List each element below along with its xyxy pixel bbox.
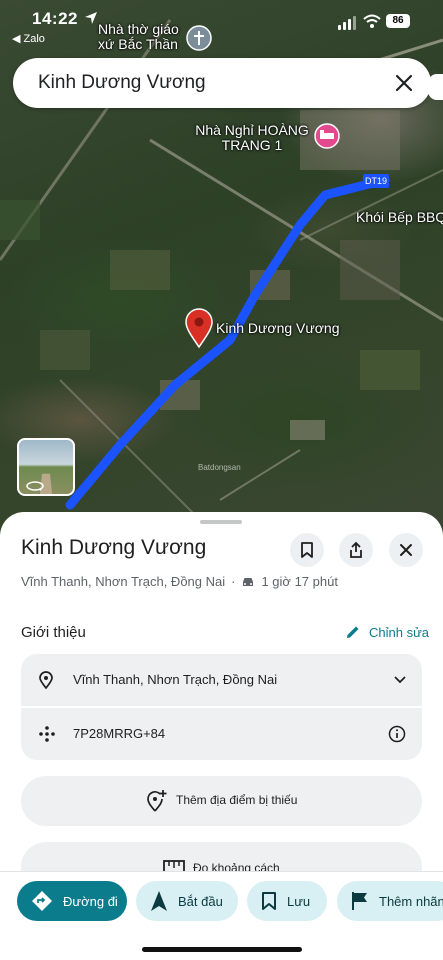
bookmark-icon bbox=[301, 542, 313, 558]
cellular-signal-icon bbox=[338, 16, 356, 30]
home-indicator[interactable] bbox=[142, 947, 302, 952]
edit-button[interactable]: Chỉnh sửa bbox=[345, 624, 429, 640]
plus-code-text: 7P28MRRG+84 bbox=[73, 726, 166, 741]
road-shield-label: DT19 bbox=[365, 176, 387, 186]
travel-time: 1 giờ 17 phút bbox=[261, 574, 338, 589]
share-button[interactable] bbox=[339, 533, 373, 567]
share-icon bbox=[350, 541, 362, 558]
back-app-label: Zalo bbox=[23, 33, 45, 45]
place-location: Vĩnh Thanh, Nhơn Trạch, Đồng Nai bbox=[21, 574, 226, 589]
add-missing-place-label: Thêm địa điểm bị thiếu bbox=[176, 793, 298, 807]
add-missing-place-button[interactable]: Thêm địa điểm bị thiếu bbox=[21, 776, 422, 826]
poi-label-hotel[interactable]: Nhà Nghỉ HOÀNG TRANG 1 bbox=[192, 123, 312, 153]
directions-button[interactable]: Đường đi bbox=[17, 881, 127, 921]
close-icon bbox=[400, 544, 412, 556]
street-view-thumbnail[interactable] bbox=[17, 438, 75, 496]
directions-icon bbox=[32, 891, 52, 911]
search-bar[interactable]: Kinh Dương Vương bbox=[13, 58, 431, 108]
save-button[interactable] bbox=[290, 533, 324, 567]
location-pin-icon bbox=[39, 671, 53, 689]
edit-label: Chỉnh sửa bbox=[369, 624, 430, 640]
address-row[interactable]: Vĩnh Thanh, Nhơn Trạch, Đồng Nai bbox=[21, 654, 422, 706]
start-navigation-button[interactable]: Bắt đầu bbox=[136, 881, 238, 921]
close-icon[interactable] bbox=[391, 70, 417, 96]
plus-code-icon bbox=[39, 726, 55, 742]
directions-label: Đường đi bbox=[63, 893, 118, 909]
battery-level: 86 bbox=[386, 14, 410, 28]
rotate-360-icon bbox=[26, 481, 44, 491]
poi-label-restaurant[interactable]: Khói Bếp BBQ lẩu - nướng bbox=[356, 210, 443, 225]
map-view[interactable]: DT19 Batdongsan 14:22 ◀ Zalo 86 Nhà thờ … bbox=[0, 0, 443, 540]
hotel-marker-icon[interactable] bbox=[314, 123, 340, 149]
search-input[interactable]: Kinh Dương Vương bbox=[38, 72, 206, 94]
route-label: Kinh Dương Vương bbox=[216, 320, 340, 336]
add-label-text: Thêm nhãn bbox=[379, 893, 443, 909]
chevron-down-icon[interactable] bbox=[394, 676, 406, 684]
sheet-drag-handle[interactable] bbox=[200, 520, 242, 524]
flag-icon bbox=[352, 892, 367, 910]
add-location-icon bbox=[147, 790, 167, 812]
route-line[interactable] bbox=[65, 175, 390, 510]
info-icon[interactable] bbox=[388, 725, 406, 743]
poi-label-church[interactable]: Nhà thờ giáo xứ Bắc Thần bbox=[98, 22, 198, 52]
status-bar: 14:22 ◀ Zalo 86 bbox=[0, 0, 443, 50]
close-sheet-button[interactable] bbox=[389, 533, 423, 567]
place-subtitle: Vĩnh Thanh, Nhơn Trạch, Đồng Nai · 1 giờ… bbox=[21, 574, 338, 589]
car-icon bbox=[243, 577, 254, 586]
action-bar: Đường đi Bắt đầu Lưu Thêm nhãn bbox=[0, 871, 443, 960]
account-button[interactable] bbox=[428, 74, 443, 100]
location-arrow-icon bbox=[85, 12, 97, 24]
address-text: Vĩnh Thanh, Nhơn Trạch, Đồng Nai bbox=[73, 672, 278, 687]
status-time: 14:22 bbox=[32, 9, 78, 28]
bookmark-icon bbox=[262, 892, 276, 910]
back-to-app-link[interactable]: ◀ Zalo bbox=[12, 32, 45, 45]
wifi-icon bbox=[363, 14, 381, 28]
map-watermark: Batdongsan bbox=[198, 463, 241, 472]
separator-dot: · bbox=[231, 574, 236, 589]
location-pin-icon[interactable] bbox=[185, 308, 213, 349]
navigation-arrow-icon bbox=[151, 891, 167, 911]
section-title-intro: Giới thiệu bbox=[21, 624, 86, 641]
place-title: Kinh Dương Vương bbox=[21, 536, 207, 559]
pencil-icon bbox=[347, 626, 359, 638]
save-place-button[interactable]: Lưu bbox=[247, 881, 327, 921]
add-label-button[interactable]: Thêm nhãn bbox=[337, 881, 443, 921]
start-label: Bắt đầu bbox=[178, 893, 223, 909]
save-label: Lưu bbox=[287, 893, 311, 909]
plus-code-row[interactable]: 7P28MRRG+84 bbox=[21, 708, 422, 760]
